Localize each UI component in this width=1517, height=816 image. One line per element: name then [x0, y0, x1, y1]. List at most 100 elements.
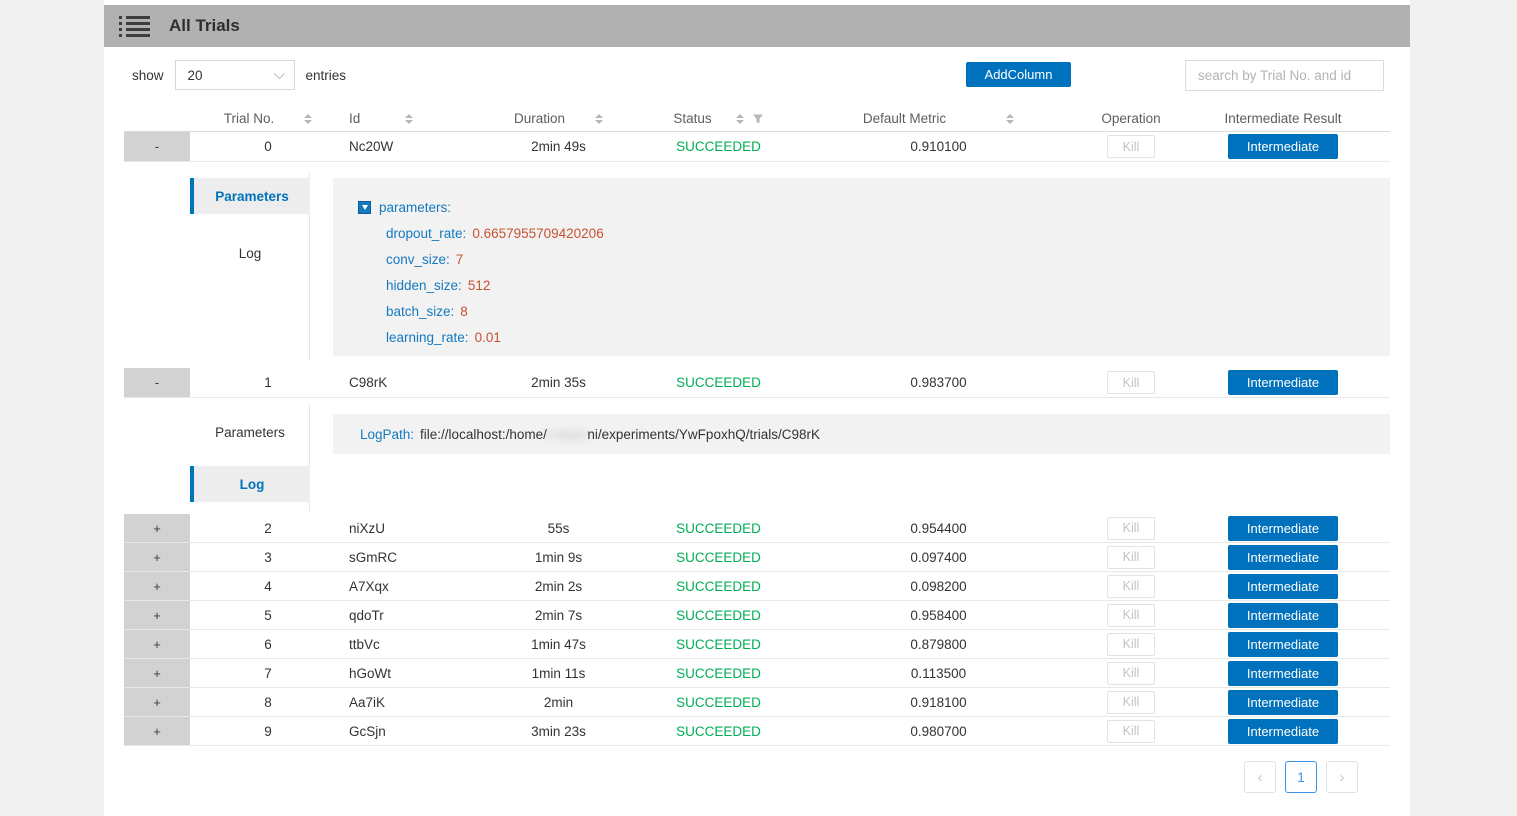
intermediate-button[interactable]: Intermediate: [1228, 661, 1338, 686]
duration-cell: 2min 2s: [471, 572, 646, 600]
trial-id-cell: C98rK: [346, 368, 471, 397]
expand-toggle[interactable]: +: [124, 572, 190, 600]
trial-no-cell: 4: [190, 572, 346, 600]
kill-button[interactable]: Kill: [1107, 604, 1155, 627]
detail-tabs: Parameters Log: [124, 405, 310, 511]
content-card: All Trials show 20 entries AddColumn Tri…: [104, 0, 1410, 816]
entries-select[interactable]: 20: [175, 60, 295, 90]
collapse-triangle-icon[interactable]: [358, 201, 371, 214]
trial-id-cell: qdoTr: [346, 601, 471, 629]
current-page-button[interactable]: 1: [1285, 761, 1317, 793]
kill-button[interactable]: Kill: [1107, 575, 1155, 598]
expand-toggle[interactable]: +: [124, 514, 190, 542]
trial-no-cell: 9: [190, 717, 346, 745]
parameters-json-view: parameters: dropout_rate:0.6657955709420…: [333, 178, 1390, 356]
page-title: All Trials: [169, 16, 240, 36]
duration-cell: 1min 9s: [471, 543, 646, 571]
trial-id-cell: niXzU: [346, 514, 471, 542]
kill-button[interactable]: Kill: [1107, 633, 1155, 656]
status-cell: SUCCEEDED: [646, 368, 791, 397]
metric-cell: 0.980700: [791, 717, 1086, 745]
kill-button[interactable]: Kill: [1107, 371, 1155, 394]
sort-icon[interactable]: [595, 114, 603, 124]
trial-no-cell: 0: [190, 132, 346, 161]
trial-no-cell: 2: [190, 514, 346, 542]
metric-cell: 0.958400: [791, 601, 1086, 629]
kill-button[interactable]: Kill: [1107, 720, 1155, 743]
metric-cell: 0.113500: [791, 659, 1086, 687]
kill-button[interactable]: Kill: [1107, 517, 1155, 540]
status-cell: SUCCEEDED: [646, 132, 791, 161]
titlebar: All Trials: [104, 5, 1410, 47]
intermediate-button[interactable]: Intermediate: [1228, 574, 1338, 599]
status-cell: SUCCEEDED: [646, 601, 791, 629]
intermediate-button[interactable]: Intermediate: [1228, 545, 1338, 570]
entries-select-value: 20: [188, 68, 203, 83]
expand-toggle[interactable]: +: [124, 659, 190, 687]
logpath-label: LogPath:: [360, 427, 414, 442]
metric-cell: 0.954400: [791, 514, 1086, 542]
kill-button[interactable]: Kill: [1107, 662, 1155, 685]
header-trial-no[interactable]: Trial No.: [190, 111, 346, 126]
expand-toggle[interactable]: +: [124, 717, 190, 745]
show-label: show: [132, 68, 164, 83]
intermediate-button[interactable]: Intermediate: [1228, 134, 1338, 159]
trial-id-cell: hGoWt: [346, 659, 471, 687]
sort-icon[interactable]: [1006, 114, 1014, 124]
intermediate-button[interactable]: Intermediate: [1228, 690, 1338, 715]
kill-button[interactable]: Kill: [1107, 546, 1155, 569]
status-cell: SUCCEEDED: [646, 514, 791, 542]
tab-parameters[interactable]: Parameters: [190, 414, 310, 450]
collapse-toggle[interactable]: -: [124, 132, 190, 161]
table-row: + 5 qdoTr 2min 7s SUCCEEDED 0.958400 Kil…: [124, 601, 1390, 630]
table-row: - 1 C98rK 2min 35s SUCCEEDED 0.983700 Ki…: [124, 368, 1390, 398]
add-column-button[interactable]: AddColumn: [966, 62, 1071, 87]
next-page-button[interactable]: ›: [1326, 761, 1358, 793]
status-cell: SUCCEEDED: [646, 688, 791, 716]
search-input[interactable]: [1185, 60, 1384, 91]
kill-button[interactable]: Kill: [1107, 135, 1155, 158]
trial-no-cell: 6: [190, 630, 346, 658]
header-duration[interactable]: Duration: [471, 111, 646, 126]
expand-toggle[interactable]: +: [124, 688, 190, 716]
sort-icon[interactable]: [304, 114, 312, 124]
intermediate-button[interactable]: Intermediate: [1228, 370, 1338, 395]
trial-id-cell: GcSjn: [346, 717, 471, 745]
intermediate-button[interactable]: Intermediate: [1228, 603, 1338, 628]
metric-cell: 0.983700: [791, 368, 1086, 397]
trial-id-cell: Nc20W: [346, 132, 471, 161]
table-row: + 8 Aa7iK 2min SUCCEEDED 0.918100 Kill I…: [124, 688, 1390, 717]
intermediate-button[interactable]: Intermediate: [1228, 719, 1338, 744]
header-default-metric[interactable]: Default Metric: [791, 111, 1086, 126]
expand-toggle[interactable]: +: [124, 630, 190, 658]
trial-no-cell: 7: [190, 659, 346, 687]
sort-icon[interactable]: [405, 114, 413, 124]
status-cell: SUCCEEDED: [646, 659, 791, 687]
collapse-toggle[interactable]: -: [124, 368, 190, 397]
trial-id-cell: ttbVc: [346, 630, 471, 658]
prev-page-button[interactable]: ‹: [1244, 761, 1276, 793]
tab-log[interactable]: Log: [190, 235, 310, 271]
table-row: + 2 niXzU 55s SUCCEEDED 0.954400 Kill In…: [124, 514, 1390, 543]
trial1-detail-panel: Parameters Log LogPath: file://localhost…: [124, 405, 1390, 511]
table-row: + 7 hGoWt 1min 11s SUCCEEDED 0.113500 Ki…: [124, 659, 1390, 688]
expander-header: [124, 106, 190, 131]
expand-toggle[interactable]: +: [124, 543, 190, 571]
sort-icon[interactable]: [736, 114, 744, 124]
tab-log[interactable]: Log: [190, 466, 310, 502]
json-root-key: parameters:: [379, 200, 451, 215]
header-status[interactable]: Status: [646, 111, 791, 126]
intermediate-button[interactable]: Intermediate: [1228, 516, 1338, 541]
duration-cell: 2min 35s: [471, 368, 646, 397]
intermediate-button[interactable]: Intermediate: [1228, 632, 1338, 657]
tab-parameters[interactable]: Parameters: [190, 178, 310, 214]
expand-toggle[interactable]: +: [124, 601, 190, 629]
trial-id-cell: A7Xqx: [346, 572, 471, 600]
header-id[interactable]: Id: [346, 111, 471, 126]
json-entry: dropout_rate:0.6657955709420206: [386, 226, 1390, 241]
filter-funnel-icon[interactable]: [752, 113, 764, 125]
kill-button[interactable]: Kill: [1107, 691, 1155, 714]
json-entry: conv_size:7: [386, 252, 1390, 267]
trial-no-cell: 5: [190, 601, 346, 629]
table-row: + 3 sGmRC 1min 9s SUCCEEDED 0.097400 Kil…: [124, 543, 1390, 572]
